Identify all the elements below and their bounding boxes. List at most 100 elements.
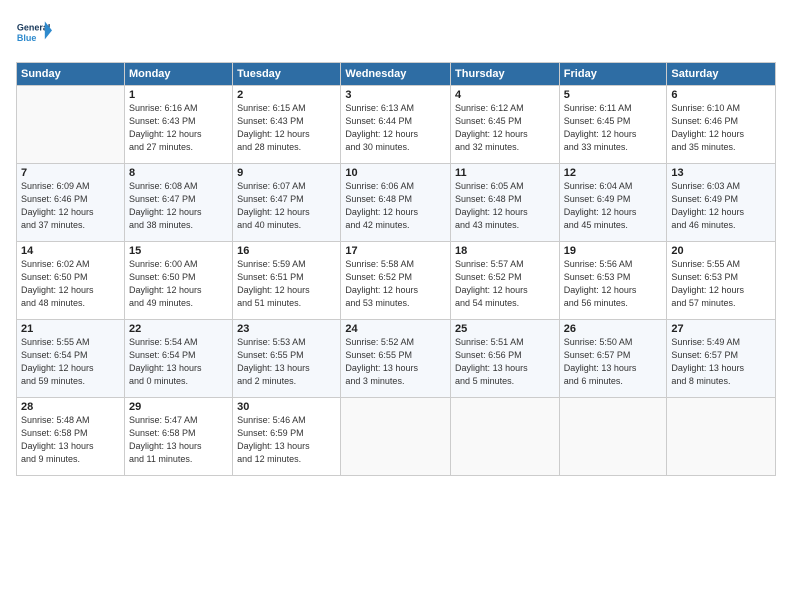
calendar-week-row: 28Sunrise: 5:48 AM Sunset: 6:58 PM Dayli… xyxy=(17,398,776,476)
calendar-cell: 13Sunrise: 6:03 AM Sunset: 6:49 PM Dayli… xyxy=(667,164,776,242)
calendar-cell: 25Sunrise: 5:51 AM Sunset: 6:56 PM Dayli… xyxy=(451,320,560,398)
calendar-cell: 21Sunrise: 5:55 AM Sunset: 6:54 PM Dayli… xyxy=(17,320,125,398)
day-info: Sunrise: 5:59 AM Sunset: 6:51 PM Dayligh… xyxy=(237,258,336,310)
day-number: 22 xyxy=(129,323,228,335)
day-number: 4 xyxy=(455,89,555,101)
day-info: Sunrise: 5:54 AM Sunset: 6:54 PM Dayligh… xyxy=(129,336,228,388)
day-number: 7 xyxy=(21,167,120,179)
calendar-cell: 8Sunrise: 6:08 AM Sunset: 6:47 PM Daylig… xyxy=(124,164,232,242)
day-info: Sunrise: 5:46 AM Sunset: 6:59 PM Dayligh… xyxy=(237,414,336,466)
calendar-cell: 4Sunrise: 6:12 AM Sunset: 6:45 PM Daylig… xyxy=(451,86,560,164)
day-number: 19 xyxy=(564,245,663,257)
calendar-cell: 6Sunrise: 6:10 AM Sunset: 6:46 PM Daylig… xyxy=(667,86,776,164)
day-number: 25 xyxy=(455,323,555,335)
day-number: 21 xyxy=(21,323,120,335)
day-info: Sunrise: 6:12 AM Sunset: 6:45 PM Dayligh… xyxy=(455,102,555,154)
day-info: Sunrise: 5:53 AM Sunset: 6:55 PM Dayligh… xyxy=(237,336,336,388)
day-number: 2 xyxy=(237,89,336,101)
day-info: Sunrise: 6:07 AM Sunset: 6:47 PM Dayligh… xyxy=(237,180,336,232)
day-info: Sunrise: 6:15 AM Sunset: 6:43 PM Dayligh… xyxy=(237,102,336,154)
day-number: 10 xyxy=(345,167,446,179)
day-number: 18 xyxy=(455,245,555,257)
calendar-cell xyxy=(341,398,451,476)
calendar-cell: 15Sunrise: 6:00 AM Sunset: 6:50 PM Dayli… xyxy=(124,242,232,320)
day-info: Sunrise: 6:10 AM Sunset: 6:46 PM Dayligh… xyxy=(671,102,771,154)
day-info: Sunrise: 6:16 AM Sunset: 6:43 PM Dayligh… xyxy=(129,102,228,154)
calendar-cell: 20Sunrise: 5:55 AM Sunset: 6:53 PM Dayli… xyxy=(667,242,776,320)
calendar-header-monday: Monday xyxy=(124,63,232,86)
day-info: Sunrise: 6:08 AM Sunset: 6:47 PM Dayligh… xyxy=(129,180,228,232)
day-info: Sunrise: 6:09 AM Sunset: 6:46 PM Dayligh… xyxy=(21,180,120,232)
calendar-cell: 10Sunrise: 6:06 AM Sunset: 6:48 PM Dayli… xyxy=(341,164,451,242)
day-number: 23 xyxy=(237,323,336,335)
calendar-cell: 17Sunrise: 5:58 AM Sunset: 6:52 PM Dayli… xyxy=(341,242,451,320)
calendar-cell xyxy=(451,398,560,476)
calendar-week-row: 21Sunrise: 5:55 AM Sunset: 6:54 PM Dayli… xyxy=(17,320,776,398)
calendar-table: SundayMondayTuesdayWednesdayThursdayFrid… xyxy=(16,62,776,476)
day-number: 15 xyxy=(129,245,228,257)
day-number: 12 xyxy=(564,167,663,179)
day-number: 17 xyxy=(345,245,446,257)
day-number: 30 xyxy=(237,401,336,413)
calendar-cell xyxy=(17,86,125,164)
day-info: Sunrise: 5:51 AM Sunset: 6:56 PM Dayligh… xyxy=(455,336,555,388)
day-info: Sunrise: 6:11 AM Sunset: 6:45 PM Dayligh… xyxy=(564,102,663,154)
calendar-cell: 28Sunrise: 5:48 AM Sunset: 6:58 PM Dayli… xyxy=(17,398,125,476)
day-number: 3 xyxy=(345,89,446,101)
calendar-cell: 7Sunrise: 6:09 AM Sunset: 6:46 PM Daylig… xyxy=(17,164,125,242)
calendar-cell: 1Sunrise: 6:16 AM Sunset: 6:43 PM Daylig… xyxy=(124,86,232,164)
day-info: Sunrise: 5:47 AM Sunset: 6:58 PM Dayligh… xyxy=(129,414,228,466)
calendar-cell: 16Sunrise: 5:59 AM Sunset: 6:51 PM Dayli… xyxy=(233,242,341,320)
calendar-header-friday: Friday xyxy=(559,63,667,86)
calendar-cell: 2Sunrise: 6:15 AM Sunset: 6:43 PM Daylig… xyxy=(233,86,341,164)
calendar-cell: 26Sunrise: 5:50 AM Sunset: 6:57 PM Dayli… xyxy=(559,320,667,398)
day-number: 1 xyxy=(129,89,228,101)
logo: General Blue xyxy=(16,16,52,52)
day-info: Sunrise: 5:49 AM Sunset: 6:57 PM Dayligh… xyxy=(671,336,771,388)
day-number: 9 xyxy=(237,167,336,179)
calendar-cell: 27Sunrise: 5:49 AM Sunset: 6:57 PM Dayli… xyxy=(667,320,776,398)
page: General Blue SundayMondayTuesdayWednesda… xyxy=(0,0,792,612)
day-number: 13 xyxy=(671,167,771,179)
calendar-header-wednesday: Wednesday xyxy=(341,63,451,86)
calendar-header-sunday: Sunday xyxy=(17,63,125,86)
day-info: Sunrise: 5:48 AM Sunset: 6:58 PM Dayligh… xyxy=(21,414,120,466)
calendar-week-row: 7Sunrise: 6:09 AM Sunset: 6:46 PM Daylig… xyxy=(17,164,776,242)
day-info: Sunrise: 6:04 AM Sunset: 6:49 PM Dayligh… xyxy=(564,180,663,232)
calendar-header-saturday: Saturday xyxy=(667,63,776,86)
calendar-header-tuesday: Tuesday xyxy=(233,63,341,86)
calendar-cell xyxy=(667,398,776,476)
logo-icon: General Blue xyxy=(16,16,52,52)
day-info: Sunrise: 5:55 AM Sunset: 6:53 PM Dayligh… xyxy=(671,258,771,310)
day-number: 14 xyxy=(21,245,120,257)
calendar-cell: 11Sunrise: 6:05 AM Sunset: 6:48 PM Dayli… xyxy=(451,164,560,242)
calendar-week-row: 14Sunrise: 6:02 AM Sunset: 6:50 PM Dayli… xyxy=(17,242,776,320)
calendar-cell: 29Sunrise: 5:47 AM Sunset: 6:58 PM Dayli… xyxy=(124,398,232,476)
day-info: Sunrise: 6:02 AM Sunset: 6:50 PM Dayligh… xyxy=(21,258,120,310)
day-number: 11 xyxy=(455,167,555,179)
header: General Blue xyxy=(16,16,776,52)
calendar-cell: 22Sunrise: 5:54 AM Sunset: 6:54 PM Dayli… xyxy=(124,320,232,398)
day-info: Sunrise: 5:52 AM Sunset: 6:55 PM Dayligh… xyxy=(345,336,446,388)
day-number: 26 xyxy=(564,323,663,335)
day-info: Sunrise: 5:58 AM Sunset: 6:52 PM Dayligh… xyxy=(345,258,446,310)
calendar-cell: 30Sunrise: 5:46 AM Sunset: 6:59 PM Dayli… xyxy=(233,398,341,476)
calendar-cell: 24Sunrise: 5:52 AM Sunset: 6:55 PM Dayli… xyxy=(341,320,451,398)
day-number: 24 xyxy=(345,323,446,335)
day-info: Sunrise: 6:00 AM Sunset: 6:50 PM Dayligh… xyxy=(129,258,228,310)
day-number: 8 xyxy=(129,167,228,179)
svg-text:Blue: Blue xyxy=(17,33,37,43)
day-number: 29 xyxy=(129,401,228,413)
calendar-cell: 14Sunrise: 6:02 AM Sunset: 6:50 PM Dayli… xyxy=(17,242,125,320)
calendar-cell: 3Sunrise: 6:13 AM Sunset: 6:44 PM Daylig… xyxy=(341,86,451,164)
calendar-cell xyxy=(559,398,667,476)
calendar-cell: 19Sunrise: 5:56 AM Sunset: 6:53 PM Dayli… xyxy=(559,242,667,320)
calendar-header-thursday: Thursday xyxy=(451,63,560,86)
day-info: Sunrise: 6:05 AM Sunset: 6:48 PM Dayligh… xyxy=(455,180,555,232)
calendar-header-row: SundayMondayTuesdayWednesdayThursdayFrid… xyxy=(17,63,776,86)
day-info: Sunrise: 6:13 AM Sunset: 6:44 PM Dayligh… xyxy=(345,102,446,154)
day-number: 5 xyxy=(564,89,663,101)
calendar-cell: 12Sunrise: 6:04 AM Sunset: 6:49 PM Dayli… xyxy=(559,164,667,242)
day-number: 20 xyxy=(671,245,771,257)
calendar-week-row: 1Sunrise: 6:16 AM Sunset: 6:43 PM Daylig… xyxy=(17,86,776,164)
